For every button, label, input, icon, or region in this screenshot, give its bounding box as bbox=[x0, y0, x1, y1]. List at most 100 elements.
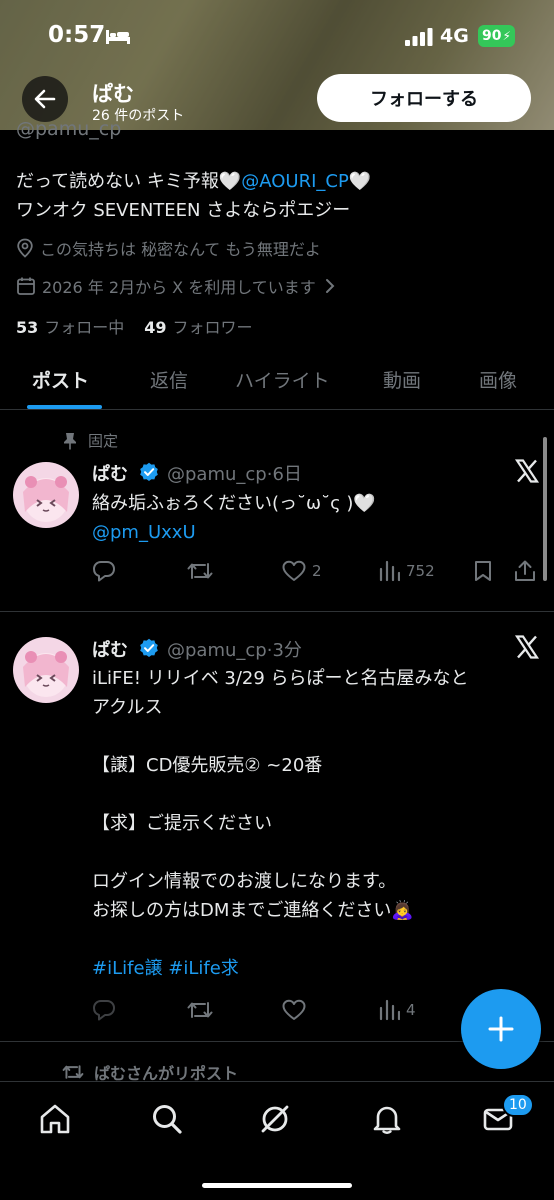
post-text-line bbox=[92, 838, 542, 867]
reply-icon bbox=[93, 1000, 115, 1021]
reply-button[interactable] bbox=[92, 999, 122, 1021]
share-button[interactable] bbox=[514, 560, 542, 582]
post-mention-link[interactable]: @pm_UxxU bbox=[92, 518, 542, 547]
like-button[interactable]: 2 bbox=[282, 560, 322, 582]
grok-icon[interactable] bbox=[258, 1102, 292, 1136]
messages-badge: 10 bbox=[502, 1093, 534, 1117]
followers-link[interactable]: 49 フォロワー bbox=[144, 318, 252, 337]
avatar[interactable] bbox=[13, 637, 79, 703]
battery-level: 90 bbox=[482, 28, 502, 44]
post-text-line: 【譲】CD優先販売② ~20番 bbox=[92, 755, 323, 776]
follow-button[interactable]: フォローする bbox=[317, 74, 531, 122]
arrow-left-icon bbox=[34, 89, 56, 109]
pin-icon bbox=[64, 432, 76, 449]
scrollbar[interactable] bbox=[543, 437, 547, 581]
bio-mention-link[interactable]: @AOURI_CP bbox=[241, 171, 349, 192]
profile-bio: だって読めない キミ予報🤍@AOURI_CP🤍 ワンオク SEVENTEEN さ… bbox=[16, 167, 536, 225]
header-display-name: ぱむ bbox=[92, 82, 134, 106]
avatar-image bbox=[13, 462, 79, 528]
repost-icon bbox=[187, 1002, 213, 1018]
post-text-line bbox=[92, 925, 542, 954]
pinned-text: 固定 bbox=[88, 432, 119, 450]
bio-text-suffix: 🤍 bbox=[348, 171, 372, 192]
post-text-line: 【求】ご提示ください bbox=[92, 813, 272, 834]
post-hashtags[interactable]: #iLife譲 #iLife求 bbox=[92, 954, 542, 983]
joined-text: 2026 年 2月から X を利用しています bbox=[42, 278, 316, 297]
views-button[interactable]: 4 bbox=[378, 999, 416, 1021]
post-author-name[interactable]: ぱむ bbox=[92, 460, 128, 486]
back-button[interactable] bbox=[22, 76, 68, 122]
verified-badge-icon bbox=[140, 638, 158, 657]
post-text-line: ログイン情報でのお渡しになります。 bbox=[92, 871, 397, 892]
share-icon bbox=[515, 560, 535, 581]
following-link[interactable]: 53 フォロー中 bbox=[16, 318, 124, 337]
post-text-line: アクルス bbox=[92, 697, 163, 718]
post-text-line: お探しの方はDMまでご連絡ください🙇‍♀️ bbox=[92, 900, 414, 921]
header-post-count: 26 件のポスト bbox=[92, 108, 185, 124]
post-handle: @pamu_cp bbox=[167, 464, 267, 485]
tab-replies[interactable]: 返信 bbox=[150, 366, 188, 393]
tab-videos[interactable]: 動画 bbox=[383, 366, 421, 393]
signal-bars-icon bbox=[405, 28, 433, 46]
tab-highlights[interactable]: ハイライト bbox=[235, 366, 330, 393]
charging-bolt-icon: ⚡ bbox=[502, 29, 511, 43]
home-indicator[interactable] bbox=[202, 1183, 352, 1188]
status-bar: 0:57 4G 90 ⚡ bbox=[0, 0, 554, 70]
profile-top-bar: ぱむ 26 件のポスト フォローする bbox=[0, 72, 554, 126]
post-handle-time: @pamu_cp·6日 bbox=[167, 464, 302, 485]
bar-chart-icon bbox=[379, 999, 400, 1021]
post-text: 絡み垢ふぉろください(っ˘ω˘ς )🤍 @pm_UxxU bbox=[92, 489, 542, 547]
search-icon[interactable] bbox=[150, 1102, 184, 1136]
compose-post-button[interactable] bbox=[461, 989, 541, 1069]
location-pin-icon bbox=[17, 238, 33, 258]
post-text-line bbox=[92, 780, 542, 809]
network-type: 4G bbox=[440, 25, 469, 47]
bio-line-2: ワンオク SEVENTEEN さよならポエジー bbox=[16, 200, 351, 221]
profile-joined-date[interactable]: 2026 年 2月から X を利用しています bbox=[16, 274, 344, 298]
bio-text: だって読めない キミ予報🤍 bbox=[16, 171, 242, 192]
followers-label: フォロワー bbox=[172, 318, 253, 337]
following-label: フォロー中 bbox=[44, 318, 125, 337]
repost-icon bbox=[187, 563, 213, 579]
post-handle: @pamu_cp bbox=[167, 640, 267, 661]
plus-icon bbox=[488, 1016, 514, 1042]
post-handle-time: @pamu_cp·3分 bbox=[167, 640, 302, 661]
avatar-image bbox=[13, 637, 79, 703]
avatar[interactable] bbox=[13, 462, 79, 528]
post-author-name[interactable]: ぱむ bbox=[92, 636, 128, 662]
bookmark-button[interactable] bbox=[473, 560, 499, 582]
location-text: この気持ちは 秘密なんて もう無理だよ bbox=[40, 240, 321, 259]
active-tab-indicator bbox=[27, 405, 102, 409]
home-icon[interactable] bbox=[38, 1102, 72, 1136]
heart-icon bbox=[282, 560, 306, 581]
bell-icon[interactable] bbox=[370, 1102, 404, 1136]
chevron-right-icon bbox=[325, 279, 335, 293]
tab-posts[interactable]: ポスト bbox=[32, 366, 89, 393]
reply-button[interactable] bbox=[92, 560, 122, 582]
x-logo-icon bbox=[514, 635, 540, 659]
x-logo-icon bbox=[514, 459, 540, 483]
profile-tabs: ポスト 返信 ハイライト 動画 画像 bbox=[0, 352, 554, 410]
like-button[interactable] bbox=[282, 999, 312, 1021]
followers-count: 49 bbox=[144, 318, 167, 337]
profile-location: この気持ちは 秘密なんて もう無理だよ bbox=[16, 236, 321, 260]
following-count: 53 bbox=[16, 318, 39, 337]
post-text-line bbox=[92, 722, 542, 751]
post-text-line: 絡み垢ふぉろください(っ˘ω˘ς )🤍 bbox=[92, 493, 376, 514]
follow-stats: 53 フォロー中 49 フォロワー bbox=[16, 314, 253, 338]
tab-images[interactable]: 画像 bbox=[479, 366, 517, 393]
post-time: 6日 bbox=[272, 464, 302, 485]
post-time: 3分 bbox=[272, 640, 302, 661]
repost-button[interactable] bbox=[187, 560, 219, 582]
verified-badge-icon bbox=[140, 462, 158, 481]
bed-icon bbox=[106, 30, 130, 44]
calendar-icon bbox=[17, 277, 35, 295]
heart-icon bbox=[282, 999, 306, 1020]
repost-button[interactable] bbox=[187, 999, 219, 1021]
pinned-label: 固定 bbox=[62, 430, 118, 451]
post-divider bbox=[0, 611, 554, 612]
repost-icon bbox=[62, 1065, 84, 1079]
bookmark-icon bbox=[475, 561, 491, 581]
post-text: iLiFE! リリイベ 3/29 ららぽーと名古屋みなと アクルス 【譲】CD優… bbox=[92, 664, 542, 983]
views-button[interactable]: 752 bbox=[378, 560, 435, 582]
